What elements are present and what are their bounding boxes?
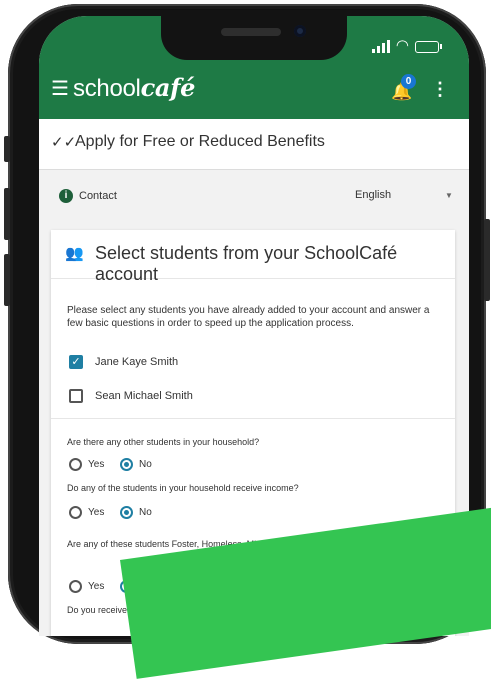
menu-icon[interactable]: ☰ (51, 79, 69, 99)
battery-icon (415, 41, 442, 53)
radio-yes-label: Yes (88, 459, 105, 470)
status-bar: ◠ (371, 37, 442, 54)
radio-no[interactable] (120, 506, 133, 519)
radio-no[interactable] (120, 458, 133, 471)
page-header: ✓✓ Apply for Free or Reduced Benefits (39, 119, 469, 170)
notification-badge: 0 (401, 74, 416, 89)
question-text: Are there any other students in your hou… (67, 437, 260, 447)
instructions-text: Please select any students you have alre… (67, 305, 430, 329)
contact-link[interactable]: Contact (79, 190, 117, 202)
volume-down-button (4, 254, 10, 306)
phone-notch (161, 16, 347, 60)
checkmark-icon: ✓✓ (51, 134, 77, 151)
schoolcafe-logo: schoolcafé (73, 73, 196, 103)
contact-bar: i Contact English ▼ (39, 188, 469, 212)
radio-no-label: No (139, 459, 152, 470)
chevron-down-icon[interactable]: ▼ (445, 191, 453, 200)
people-icon: 👥 (65, 245, 84, 262)
student-checkbox[interactable] (69, 389, 83, 403)
radio-yes[interactable] (69, 580, 82, 593)
info-icon[interactable]: i (59, 189, 73, 203)
card-title: Select students from your SchoolCafé acc… (95, 243, 398, 284)
radio-no-label: No (139, 507, 152, 518)
divider (51, 418, 455, 419)
power-button (484, 219, 490, 301)
card-header: 👥 Select students from your SchoolCafé a… (51, 230, 455, 284)
wifi-icon: ◠ (395, 37, 409, 54)
question-text: Do any of the students in your household… (67, 483, 299, 493)
student-name: Jane Kaye Smith (95, 356, 179, 368)
language-select[interactable]: English (355, 189, 391, 201)
radio-yes[interactable] (69, 506, 82, 519)
radio-yes[interactable] (69, 458, 82, 471)
cellular-signal-icon (371, 40, 390, 53)
volume-up-button (4, 188, 10, 240)
page-title: Apply for Free or Reduced Benefits (75, 133, 325, 150)
speaker-grille (221, 28, 281, 36)
more-vert-icon[interactable]: ⋮ (431, 79, 449, 100)
student-name: Sean Michael Smith (95, 390, 193, 402)
front-camera (294, 25, 306, 37)
radio-yes-label: Yes (88, 507, 105, 518)
radio-yes-label: Yes (88, 581, 105, 592)
student-checkbox[interactable]: ✓ (69, 355, 83, 369)
silent-switch (4, 136, 10, 162)
